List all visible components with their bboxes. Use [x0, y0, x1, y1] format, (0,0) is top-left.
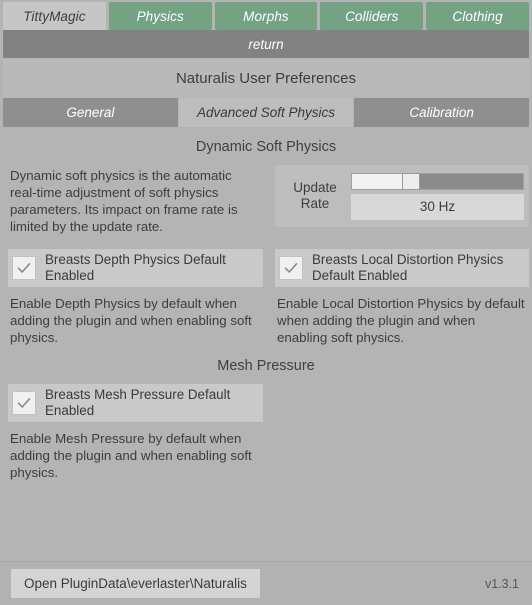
soft-physics-toggles-row: Breasts Depth Physics Default Enabled En… — [8, 249, 529, 346]
checkbox-label: Breasts Local Distortion Physics Default… — [312, 252, 504, 283]
dynamic-soft-physics-row: Dynamic soft physics is the automatic re… — [8, 165, 529, 235]
main-tab-clothing[interactable]: Clothing — [426, 2, 529, 30]
checkbox-breasts-depth-physics-default-enabled[interactable]: Breasts Depth Physics Default Enabled — [8, 249, 263, 287]
update-rate-slider-track[interactable] — [351, 172, 524, 190]
mesh-pressure-column: Breasts Mesh Pressure Default Enabled En… — [8, 384, 263, 481]
mesh-pressure-description: Enable Mesh Pressure by default when add… — [10, 431, 252, 480]
update-rate-label-line1: Update — [293, 180, 337, 195]
main-tab-label: Physics — [136, 8, 184, 24]
depth-physics-description: Enable Depth Physics by default when add… — [10, 296, 252, 345]
section-heading-dynamic-soft-physics: Dynamic Soft Physics — [8, 127, 524, 165]
update-rate-slider-handle[interactable] — [401, 172, 420, 190]
checkmark-icon — [279, 256, 303, 280]
checkbox-breasts-local-distortion-physics-default-enabled[interactable]: Breasts Local Distortion Physics Default… — [275, 249, 529, 287]
sub-tab-label: General — [66, 105, 115, 120]
sub-tab-bar: General Advanced Soft Physics Calibratio… — [3, 98, 530, 127]
checkmark-icon — [12, 391, 36, 415]
open-plugin-data-folder-label: Open PluginData\everlaster\Naturalis — [24, 576, 247, 591]
local-distortion-physics-description: Enable Local Distortion Physics by defau… — [277, 296, 525, 345]
plugin-window: TittyMagic Physics Morphs Colliders Clot… — [0, 0, 532, 605]
return-label: return — [248, 36, 284, 52]
open-plugin-data-folder-button[interactable]: Open PluginData\everlaster\Naturalis — [11, 569, 260, 598]
section-heading-label: Mesh Pressure — [217, 358, 315, 374]
update-rate-value-label: 30 Hz — [419, 199, 456, 214]
sub-tab-calibration[interactable]: Calibration — [354, 98, 530, 127]
checkbox-label: Breasts Depth Physics Default Enabled — [45, 252, 226, 283]
settings-content: Dynamic Soft Physics Dynamic soft physic… — [3, 127, 529, 561]
update-rate-value[interactable]: 30 Hz — [351, 193, 524, 220]
section-heading-mesh-pressure: Mesh Pressure — [8, 346, 524, 384]
update-rate-slider-fill — [352, 173, 402, 189]
checkbox-breasts-mesh-pressure-default-enabled[interactable]: Breasts Mesh Pressure Default Enabled — [8, 384, 263, 422]
main-tab-bar: TittyMagic Physics Morphs Colliders Clot… — [0, 0, 532, 30]
footer-bar: Open PluginData\everlaster\Naturalis v1.… — [0, 561, 532, 605]
main-tab-label: TittyMagic — [23, 8, 86, 24]
sub-tab-label: Advanced Soft Physics — [196, 105, 336, 120]
main-tab-label: Colliders — [345, 8, 399, 24]
update-rate-slider-widget[interactable]: Update Rate 30 Hz — [275, 165, 529, 227]
update-rate-label-line2: Rate — [300, 196, 330, 211]
main-tab-morphs[interactable]: Morphs — [214, 2, 318, 30]
sub-tab-label: Calibration — [409, 105, 474, 120]
dynamic-soft-physics-description-column: Dynamic soft physics is the automatic re… — [8, 165, 263, 235]
depth-physics-column: Breasts Depth Physics Default Enabled En… — [8, 249, 263, 346]
sub-tab-general[interactable]: General — [3, 98, 179, 127]
mesh-pressure-row: Breasts Mesh Pressure Default Enabled En… — [8, 384, 524, 481]
main-tab-label: Clothing — [452, 8, 503, 24]
page-title: Naturalis User Preferences — [3, 59, 529, 97]
checkbox-label: Breasts Mesh Pressure Default Enabled — [45, 387, 231, 418]
section-heading-label: Dynamic Soft Physics — [195, 139, 337, 155]
main-tab-colliders[interactable]: Colliders — [320, 2, 424, 30]
return-button[interactable]: return — [3, 30, 529, 58]
update-rate-label: Update Rate — [279, 180, 351, 212]
page-title-label: Naturalis User Preferences — [175, 69, 357, 87]
main-tab-tittymagic[interactable]: TittyMagic — [3, 2, 106, 30]
update-rate-column: Update Rate 30 Hz — [275, 165, 529, 227]
local-distortion-physics-column: Breasts Local Distortion Physics Default… — [275, 249, 529, 346]
update-rate-control: 30 Hz — [351, 172, 526, 220]
main-tab-label: Morphs — [243, 8, 289, 24]
version-label: v1.3.1 — [484, 576, 519, 591]
dynamic-soft-physics-description: Dynamic soft physics is the automatic re… — [10, 168, 238, 234]
main-tab-physics[interactable]: Physics — [108, 2, 212, 30]
checkmark-icon — [12, 256, 36, 280]
sub-tab-advanced-soft-physics[interactable]: Advanced Soft Physics — [178, 98, 355, 127]
